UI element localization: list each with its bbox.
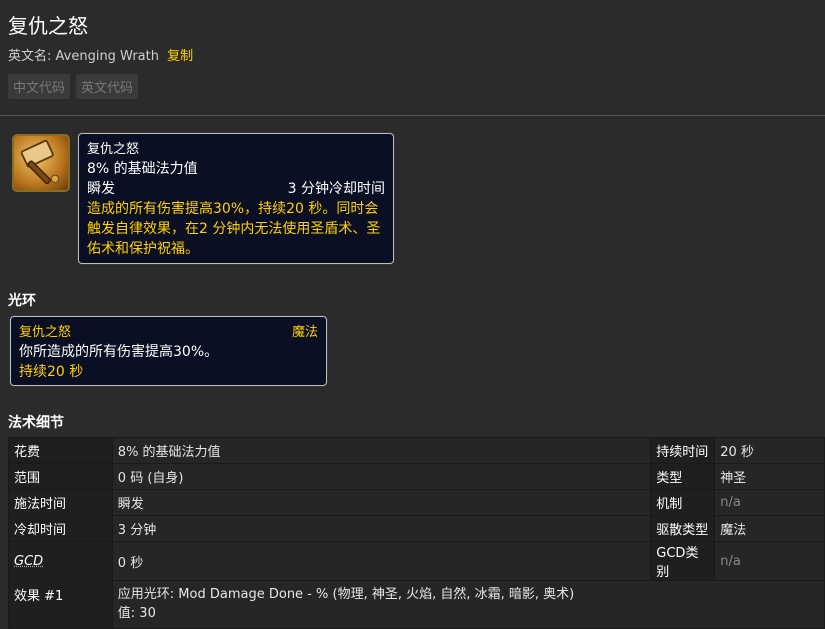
detail-label: 花费 — [8, 437, 113, 464]
tooltip-cooldown: 3 分钟冷却时间 — [287, 181, 385, 197]
spell-tooltip: 复仇之怒 8% 的基础法力值 瞬发 3 分钟冷却时间 造成的所有伤害提高30%，… — [78, 133, 394, 264]
tooltip-cost: 8% 的基础法力值 — [87, 161, 198, 177]
detail-label: 持续时间 — [650, 437, 716, 464]
spell-details-table: 花费 8% 的基础法力值 持续时间 20 秒 范围 0 码 (自身) 类型 神圣… — [8, 437, 825, 629]
aura-effect: 你所造成的所有伤害提高30%。 — [19, 344, 219, 360]
detail-value: 3 分钟 — [111, 515, 652, 542]
table-row: 范围 0 码 (自身) 类型 神圣 — [8, 463, 825, 490]
aura-school: 魔法 — [291, 325, 318, 340]
tooltip-description: 造成的所有伤害提高30%，持续20 秒。同时会触发自律效果，在2 分钟内无法使用… — [87, 201, 381, 257]
spell-page: 复仇之怒 英文名: Avenging Wrath 复制 中文代码 英文代码 复仇… — [0, 0, 825, 629]
english-name: 英文名: Avenging Wrath — [8, 49, 159, 64]
effect-line-2: 值: 30 — [117, 606, 156, 621]
detail-value: 0 秒 — [111, 541, 652, 581]
detail-value: 神圣 — [714, 463, 825, 490]
tab-chinese-code[interactable]: 中文代码 — [8, 74, 71, 99]
details-heading: 法术细节 — [8, 415, 64, 431]
detail-label: 机制 — [650, 489, 716, 516]
detail-value: 瞬发 — [111, 489, 652, 516]
hammer-icon — [12, 134, 70, 192]
divider — [0, 115, 825, 116]
effect-line-1: 应用光环: Mod Damage Done - % (物理, 神圣, 火焰, 自… — [117, 587, 575, 602]
english-name-row: 英文名: Avenging Wrath 复制 — [8, 45, 193, 64]
copy-link[interactable]: 复制 — [167, 49, 193, 64]
table-row: GCD 0 秒 GCD类别 n/a — [8, 541, 825, 581]
code-tabs: 中文代码 英文代码 — [8, 74, 139, 99]
table-row: 花费 8% 的基础法力值 持续时间 20 秒 — [8, 437, 825, 464]
table-row: 施法时间 瞬发 机制 n/a — [8, 489, 825, 516]
gcd-label[interactable]: GCD — [14, 554, 43, 569]
tooltip-spell-name: 复仇之怒 — [87, 142, 140, 157]
aura-duration: 持续20 秒 — [19, 364, 84, 380]
page-title: 复仇之怒 — [8, 14, 88, 38]
detail-value: 0 码 (自身) — [111, 463, 652, 490]
detail-label: 类型 — [650, 463, 716, 490]
table-row: 冷却时间 3 分钟 驱散类型 魔法 — [8, 515, 825, 542]
detail-label: 范围 — [8, 463, 113, 490]
detail-label: 驱散类型 — [650, 515, 716, 542]
detail-value: n/a — [714, 541, 825, 581]
detail-value: 20 秒 — [714, 437, 825, 464]
detail-value: n/a — [714, 489, 825, 516]
detail-label: GCD类别 — [650, 541, 716, 581]
aura-tooltip: 复仇之怒 魔法 你所造成的所有伤害提高30%。 持续20 秒 — [10, 316, 327, 386]
detail-value: 8% 的基础法力值 — [111, 437, 652, 464]
tooltip-cast-row: 瞬发 3 分钟冷却时间 — [87, 179, 385, 199]
effect-label: 效果 #1 — [8, 580, 113, 629]
aura-heading: 光环 — [8, 293, 36, 309]
table-row-effect: 效果 #1 应用光环: Mod Damage Done - % (物理, 神圣,… — [8, 580, 825, 629]
detail-label: 冷却时间 — [8, 515, 113, 542]
effect-value: 应用光环: Mod Damage Done - % (物理, 神圣, 火焰, 自… — [111, 580, 825, 629]
tooltip-cast-time: 瞬发 — [87, 181, 115, 197]
tab-english-code[interactable]: 英文代码 — [76, 74, 139, 99]
aura-name: 复仇之怒 — [19, 325, 72, 340]
aura-title-row: 复仇之怒 魔法 — [19, 324, 318, 342]
detail-label-gcd: GCD — [8, 541, 113, 581]
detail-value: 魔法 — [714, 515, 825, 542]
detail-label: 施法时间 — [8, 489, 113, 516]
